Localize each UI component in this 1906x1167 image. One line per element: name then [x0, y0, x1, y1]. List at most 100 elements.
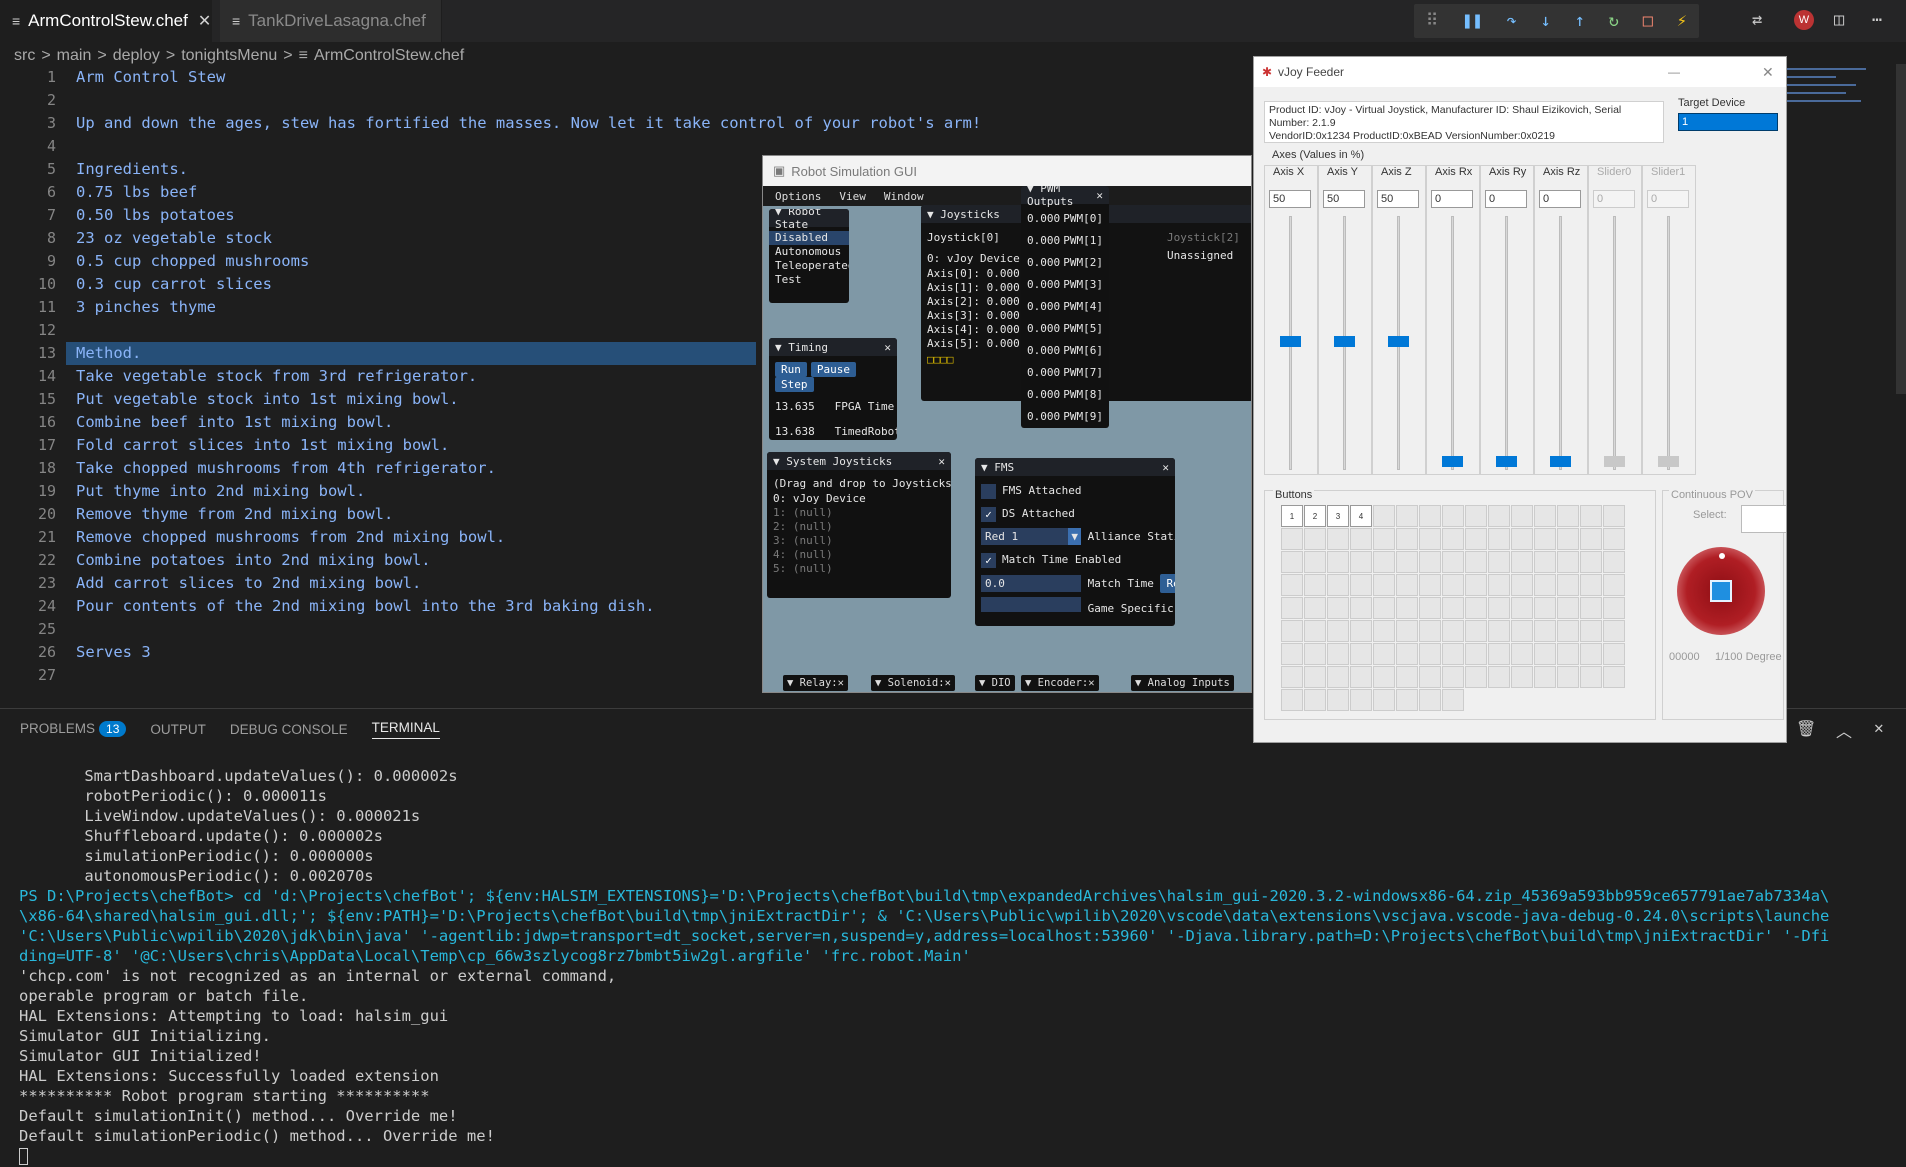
vjoy-button[interactable]: [1580, 643, 1602, 665]
pov-select-box[interactable]: [1741, 505, 1786, 533]
match-time-enabled-checkbox[interactable]: ✓: [981, 552, 996, 568]
vjoy-button[interactable]: [1304, 643, 1326, 665]
vjoy-button[interactable]: [1281, 574, 1303, 596]
axis-slider-thumb[interactable]: [1550, 456, 1571, 467]
vjoy-button[interactable]: [1442, 597, 1464, 619]
vjoy-button[interactable]: [1373, 666, 1395, 688]
trash-icon[interactable]: 🗑: [1796, 719, 1816, 738]
vjoy-button[interactable]: [1327, 620, 1349, 642]
close-icon[interactable]: ✕: [1762, 64, 1774, 81]
vjoy-button[interactable]: [1396, 643, 1418, 665]
axis-value-input[interactable]: 0: [1593, 190, 1635, 208]
vjoy-button[interactable]: [1465, 505, 1487, 527]
vjoy-button[interactable]: [1603, 505, 1625, 527]
close-icon[interactable]: ✕: [1162, 461, 1169, 474]
vjoy-button[interactable]: [1603, 551, 1625, 573]
vjoy-button[interactable]: 3: [1327, 505, 1349, 527]
close-panel-icon[interactable]: ✕: [1874, 718, 1884, 737]
vjoy-button[interactable]: [1350, 528, 1372, 550]
vjoy-button[interactable]: [1350, 620, 1372, 642]
vjoy-button[interactable]: [1373, 643, 1395, 665]
vjoy-button[interactable]: [1534, 574, 1556, 596]
target-device-select[interactable]: 1: [1678, 113, 1778, 131]
system-joystick-item[interactable]: 0: vJoy Device: [767, 492, 951, 506]
vjoy-button[interactable]: [1580, 574, 1602, 596]
solenoid-tab[interactable]: ▼ Solenoid:✕: [871, 675, 955, 691]
vjoy-titlebar[interactable]: ✱ vJoy Feeder — ✕: [1254, 57, 1786, 87]
system-joystick-item[interactable]: 2: (null): [767, 520, 951, 534]
encoder-tab[interactable]: ▼ Encoder:✕: [1021, 675, 1099, 691]
vjoy-button[interactable]: [1419, 666, 1441, 688]
vjoy-button[interactable]: [1304, 620, 1326, 642]
vjoy-button[interactable]: [1373, 551, 1395, 573]
vjoy-button[interactable]: [1327, 689, 1349, 711]
vjoy-button[interactable]: [1373, 597, 1395, 619]
vjoy-button[interactable]: [1465, 666, 1487, 688]
vjoy-button[interactable]: [1442, 528, 1464, 550]
vjoy-button[interactable]: [1580, 528, 1602, 550]
vjoy-button[interactable]: [1511, 666, 1533, 688]
vjoy-button[interactable]: [1511, 551, 1533, 573]
close-icon[interactable]: ✕: [1096, 189, 1103, 202]
vjoy-button[interactable]: [1396, 574, 1418, 596]
step-over-icon[interactable]: ↷: [1506, 11, 1516, 31]
vjoy-button[interactable]: [1511, 574, 1533, 596]
vjoy-button[interactable]: [1373, 574, 1395, 596]
close-icon[interactable]: ✕: [198, 11, 211, 31]
vjoy-button[interactable]: [1281, 597, 1303, 619]
breadcrumb-main[interactable]: main: [57, 47, 92, 65]
step-out-icon[interactable]: ↑: [1575, 11, 1585, 31]
minimize-icon[interactable]: —: [1668, 65, 1680, 79]
vjoy-button[interactable]: [1396, 505, 1418, 527]
menu-options[interactable]: Options: [775, 190, 821, 203]
vjoy-button[interactable]: [1534, 597, 1556, 619]
vjoy-button[interactable]: [1603, 574, 1625, 596]
ds-attached-checkbox[interactable]: ✓: [981, 506, 996, 522]
editor-scrollbar[interactable]: [1896, 64, 1906, 394]
menu-view[interactable]: View: [839, 190, 866, 203]
system-joystick-item[interactable]: 1: (null): [767, 506, 951, 520]
vjoy-button[interactable]: [1373, 528, 1395, 550]
vjoy-button[interactable]: [1580, 551, 1602, 573]
close-icon[interactable]: ✕: [884, 341, 891, 354]
vjoy-button[interactable]: [1465, 551, 1487, 573]
axis-slider-thumb[interactable]: [1658, 456, 1679, 467]
tab-terminal[interactable]: TERMINAL: [371, 720, 440, 739]
system-joystick-item[interactable]: 4: (null): [767, 548, 951, 562]
axis-slider-track[interactable]: [1667, 216, 1670, 470]
robot-state-autonomous[interactable]: Autonomous: [769, 245, 849, 259]
run-button[interactable]: Run: [775, 362, 807, 377]
vjoy-button[interactable]: [1557, 574, 1579, 596]
axis-slider-track[interactable]: [1613, 216, 1616, 470]
pov-center-knob[interactable]: [1710, 580, 1732, 602]
pause-icon[interactable]: ❚❚: [1462, 11, 1482, 31]
vjoy-button[interactable]: [1465, 643, 1487, 665]
vjoy-button[interactable]: [1281, 643, 1303, 665]
pause-button[interactable]: Pause: [810, 362, 856, 377]
vjoy-button[interactable]: [1396, 689, 1418, 711]
vjoy-button[interactable]: [1419, 620, 1441, 642]
fms-header[interactable]: ▼ FMS ✕: [975, 458, 1175, 476]
axis-slider-thumb[interactable]: [1334, 336, 1355, 347]
vjoy-button[interactable]: [1419, 551, 1441, 573]
vjoy-button[interactable]: [1557, 597, 1579, 619]
vjoy-button[interactable]: [1465, 528, 1487, 550]
vjoy-button[interactable]: [1419, 689, 1441, 711]
vjoy-button[interactable]: [1350, 643, 1372, 665]
vjoy-button[interactable]: [1327, 574, 1349, 596]
vjoy-button[interactable]: [1603, 597, 1625, 619]
vjoy-button[interactable]: [1488, 666, 1510, 688]
alliance-station-select[interactable]: Red 1 ▼: [981, 528, 1081, 545]
vjoy-button[interactable]: [1396, 666, 1418, 688]
vjoy-button[interactable]: [1603, 528, 1625, 550]
axis-value-input[interactable]: 0: [1539, 190, 1581, 208]
step-into-icon[interactable]: ↓: [1541, 11, 1551, 31]
reset-button[interactable]: Reset: [1160, 574, 1175, 593]
stop-icon[interactable]: □: [1643, 11, 1653, 31]
axis-slider-thumb[interactable]: [1604, 456, 1625, 467]
vjoy-button[interactable]: [1281, 551, 1303, 573]
vjoy-button[interactable]: [1442, 574, 1464, 596]
breadcrumb-src[interactable]: src: [14, 47, 35, 65]
vjoy-button[interactable]: [1327, 528, 1349, 550]
compare-icon[interactable]: ⇄: [1752, 10, 1762, 30]
